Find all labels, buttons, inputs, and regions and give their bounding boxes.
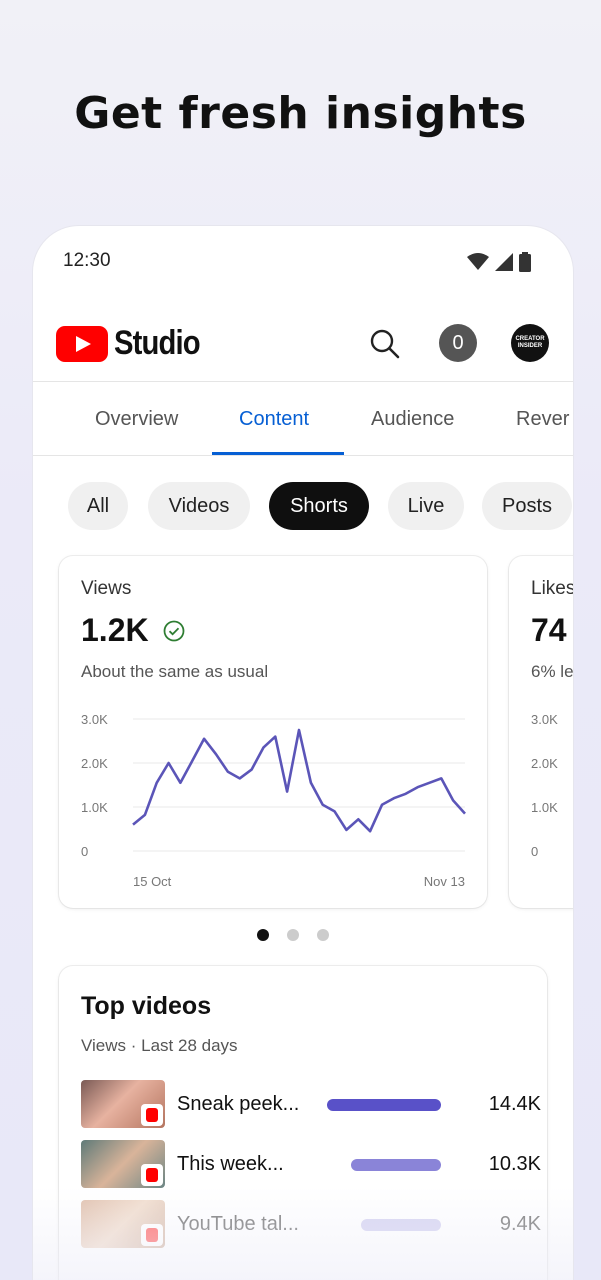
chip-videos[interactable]: Videos (148, 482, 250, 530)
likes-y-tick-label: 3.0K (531, 712, 558, 727)
video-views: 9.4K (499, 1213, 541, 1235)
chip-shorts[interactable]: Shorts (269, 482, 369, 530)
page-dot[interactable] (317, 929, 329, 941)
headline: Get fresh insights (74, 88, 527, 139)
chip-live[interactable]: Live (388, 482, 464, 530)
logo-text: Studio (114, 324, 201, 362)
views-x-tick-label: Nov 13 (424, 874, 465, 889)
check-circle-icon (163, 620, 185, 642)
views-comparison: About the same as usual (81, 662, 269, 681)
shorts-icon (141, 1104, 163, 1126)
likes-y-tick-label: 1.0K (531, 800, 558, 815)
views-x-tick-label: 15 Oct (133, 874, 172, 889)
top-videos-card: Top videos Views · Last 28 days Sneak pe… (59, 966, 547, 1280)
status-clock: 12:30 (63, 250, 111, 271)
shorts-icon (141, 1224, 163, 1246)
views-y-tick-label: 2.0K (81, 756, 108, 771)
signal-icon (495, 253, 513, 271)
battery-icon (519, 252, 531, 272)
video-thumbnail (81, 1080, 165, 1128)
avatar[interactable]: CREATOR INSIDER (511, 324, 549, 362)
views-y-tick-label: 3.0K (81, 712, 108, 727)
likes-line-chart: 3.0K 2.0K 1.0K 0 (531, 712, 558, 859)
tab-audience[interactable]: Audience (371, 408, 454, 431)
wifi-icon (467, 253, 489, 270)
page-dot[interactable] (287, 929, 299, 941)
studio-logo[interactable]: Studio (56, 324, 214, 363)
video-title: Sneak peek... (177, 1093, 300, 1115)
views-bar (351, 1159, 441, 1171)
tab-content[interactable]: Content (239, 408, 309, 431)
video-thumbnail (81, 1140, 165, 1188)
app-bar: Studio 0 CREATOR INSIDER (33, 316, 573, 380)
video-title: This week... (177, 1153, 284, 1175)
likes-comparison: 6% le (531, 662, 573, 681)
views-bar (361, 1219, 441, 1231)
chip-posts[interactable]: Posts (482, 482, 572, 530)
views-series-line (132, 728, 466, 833)
views-y-tick-label: 0 (81, 844, 88, 859)
views-card[interactable]: Views 1.2K About the same as usual 3.0K 2… (59, 556, 487, 908)
notification-count-button[interactable]: 0 (439, 324, 477, 362)
video-row[interactable]: This week... 10.3K (81, 1140, 541, 1190)
likes-label: Likes (531, 578, 573, 599)
top-videos-title: Top videos (81, 992, 212, 1020)
video-row[interactable]: YouTube tal... 9.4K (81, 1200, 541, 1250)
notification-count: 0 (452, 331, 464, 354)
video-thumbnail (81, 1200, 165, 1248)
shorts-icon (141, 1164, 163, 1186)
page-dot[interactable] (257, 929, 269, 941)
video-row[interactable]: Sneak peek... 14.4K (81, 1080, 541, 1130)
video-views: 10.3K (488, 1153, 541, 1175)
top-videos-subtitle: Views · Last 28 days (81, 1036, 238, 1055)
chip-all[interactable]: All (68, 482, 128, 530)
video-views: 14.4K (488, 1093, 541, 1115)
search-icon[interactable] (369, 328, 401, 360)
tabs-divider (33, 455, 573, 456)
phone-frame: 12:30 Studio 0 CREATOR INSIDER Overview … (33, 226, 573, 1280)
views-line-chart: 3.0K 2.0K 1.0K 0 15 Oct Nov 13 (81, 712, 466, 889)
status-bar: 12:30 (63, 250, 543, 274)
likes-value: 74 (531, 612, 567, 648)
video-title: YouTube tal... (177, 1213, 299, 1235)
avatar-label: CREATOR INSIDER (515, 336, 545, 349)
views-y-tick-label: 1.0K (81, 800, 108, 815)
tab-overview[interactable]: Overview (95, 408, 178, 431)
likes-y-tick-label: 2.0K (531, 756, 558, 771)
views-label: Views (81, 578, 132, 599)
tab-revenue[interactable]: Rever (516, 408, 569, 431)
views-bar (327, 1099, 441, 1111)
likes-y-tick-label: 0 (531, 844, 538, 859)
views-value: 1.2K (81, 612, 149, 648)
youtube-logo-icon (56, 325, 108, 362)
carousel-pagination (257, 929, 329, 941)
likes-card[interactable]: Likes 74 6% le 3.0K 2.0K 1.0K 0 (509, 556, 573, 908)
tab-bar: Overview Content Audience Rever (33, 382, 573, 456)
